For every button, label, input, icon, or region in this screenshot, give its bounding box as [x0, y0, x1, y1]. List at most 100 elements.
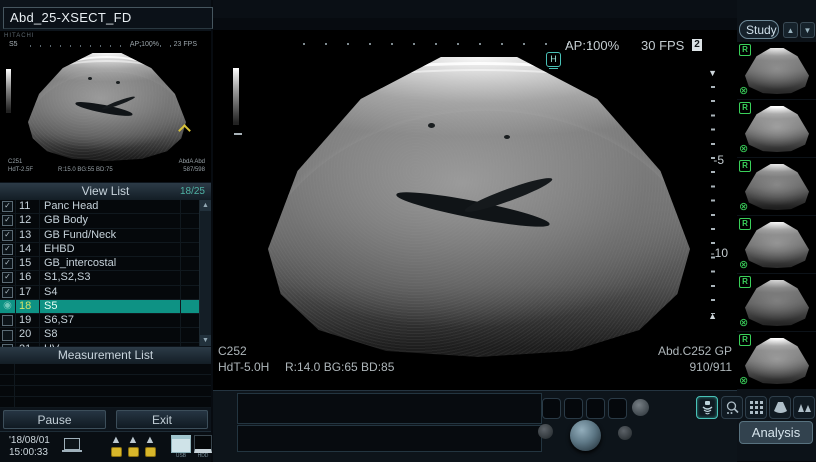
- view-number: 17: [16, 286, 40, 299]
- left-knob[interactable]: [538, 424, 553, 439]
- study-tab-button[interactable]: Study: [739, 20, 779, 39]
- view-list-row[interactable]: ✓17S4: [0, 286, 199, 300]
- soft-key-3[interactable]: [586, 398, 605, 419]
- view-list-row[interactable]: 20S8: [0, 328, 199, 342]
- view-checkbox[interactable]: ✓: [0, 243, 16, 256]
- main-ultrasound-display[interactable]: AP:100% 30 FPS 2 H ▼ -5 -10 ▲ C252 HdT-5…: [213, 30, 737, 390]
- grid-icon: [749, 400, 764, 415]
- preview-ultrasound-image: [28, 53, 186, 161]
- preview-grayscale-bar: [6, 69, 11, 113]
- view-label: GB Fund/Neck: [40, 229, 181, 242]
- deck-panel-lower: [237, 425, 542, 452]
- scroll-down-icon[interactable]: ▼: [200, 335, 211, 346]
- frame-counter-readout: 910/911: [690, 360, 733, 374]
- view-list-row[interactable]: ✓13GB Fund/Neck: [0, 229, 199, 243]
- deck-panel-upper: [237, 393, 542, 424]
- view-list-row[interactable]: ✓12GB Body: [0, 214, 199, 228]
- preview-params: R:15.0 BG:55 BD:75: [58, 167, 113, 173]
- brand-label: HITACHI: [4, 33, 35, 39]
- probe-orientation-mark: H: [546, 52, 561, 67]
- soft-key-1[interactable]: [542, 398, 561, 419]
- preview-ruler: [30, 45, 180, 47]
- view-list-row[interactable]: ✓14EHBD: [0, 243, 199, 257]
- view-number: 20: [16, 328, 40, 341]
- alert-icon-1: ▲: [109, 435, 123, 457]
- chevron-down-icon[interactable]: ▼: [800, 22, 815, 38]
- view-label: S4: [40, 286, 181, 299]
- depth-scale-bottom-icon: ▲: [708, 311, 717, 321]
- preview-image-panel[interactable]: HITACHI S5 AP:100% 23 FPS C251 HdT-2.5F …: [0, 31, 211, 182]
- rotary-knob[interactable]: [632, 399, 649, 416]
- report-badge: R: [739, 102, 751, 114]
- report-badge: R: [739, 218, 751, 230]
- preview-preset: AbdA Abd: [179, 159, 205, 165]
- grid-view-button[interactable]: [745, 396, 767, 419]
- thumbnail-image: [745, 164, 809, 210]
- preview-view-label: S5: [9, 41, 18, 48]
- view-list-scrollbar[interactable]: ▲ ▼: [199, 200, 211, 346]
- view-label: S6,S7: [40, 314, 181, 327]
- trackball[interactable]: [570, 420, 601, 451]
- probe-readout: C252: [218, 344, 247, 358]
- right-knob[interactable]: [618, 426, 632, 440]
- alert-icon-2: ▲: [126, 435, 140, 457]
- usb-icon: USB: [170, 435, 192, 459]
- scroll-up-icon[interactable]: ▲: [200, 200, 211, 211]
- measurement-list-title: Measurement List: [58, 348, 153, 362]
- study-thumbnail[interactable]: R⊗: [737, 216, 816, 273]
- chevron-up-icon[interactable]: ▲: [783, 22, 798, 38]
- view-list: ✓11Panc Head✓12GB Body✓13GB Fund/Neck✓14…: [0, 200, 199, 346]
- view-checkbox[interactable]: ✓: [0, 214, 16, 227]
- depth-scale-ticks: [711, 86, 715, 314]
- preview-probe: C251: [8, 159, 22, 165]
- exit-button[interactable]: Exit: [116, 410, 208, 429]
- view-checkbox[interactable]: ✓: [0, 200, 16, 213]
- dual-body-mark-button[interactable]: [793, 396, 815, 419]
- date-text: '18/08/01: [9, 435, 50, 447]
- view-checkbox[interactable]: [0, 314, 16, 327]
- time-text: 15:00:33: [9, 447, 50, 459]
- study-thumbnail[interactable]: R⊗: [737, 100, 816, 157]
- study-thumbnail[interactable]: R⊗: [737, 332, 816, 389]
- view-checkbox[interactable]: ✓: [0, 271, 16, 284]
- left-panel: Abd_25-XSECT_FD HITACHI S5 AP:100% 23 FP…: [0, 0, 211, 461]
- probe-mode-button[interactable]: [696, 396, 718, 419]
- soft-key-4[interactable]: [608, 398, 627, 419]
- ultrasound-sector-image: [268, 57, 690, 357]
- pause-button[interactable]: Pause: [3, 410, 106, 429]
- view-checkbox[interactable]: ✓: [0, 286, 16, 299]
- capture-badge-icon: ⊗: [739, 202, 748, 213]
- view-number: 14: [16, 243, 40, 256]
- exam-protocol-title: Abd_25-XSECT_FD: [3, 7, 213, 29]
- study-thumbnail[interactable]: R⊗: [737, 274, 816, 331]
- study-thumbnail[interactable]: R⊗: [737, 42, 816, 99]
- study-thumbnail[interactable]: R⊗: [737, 158, 816, 215]
- view-checkbox[interactable]: ✓: [0, 257, 16, 270]
- top-bar: [213, 0, 816, 18]
- dual-silhouette-icon: [797, 400, 812, 415]
- view-label: GB_intercostal: [40, 257, 181, 270]
- view-list-row[interactable]: ✓16S1,S2,S3: [0, 271, 199, 285]
- view-number: 13: [16, 229, 40, 242]
- view-list-count: 18/25: [180, 183, 205, 200]
- status-bar: '18/08/01 15:00:33 ▲ ▲ ▲ USB HDD: [0, 431, 211, 462]
- view-list-row[interactable]: 19S6,S7: [0, 314, 199, 328]
- analysis-button[interactable]: Analysis: [739, 421, 813, 444]
- view-checkbox[interactable]: ✓: [0, 229, 16, 242]
- view-list-row[interactable]: ✓15GB_intercostal: [0, 257, 199, 271]
- right-panel: Study ▲ ▼ R⊗R⊗R⊗R⊗R⊗R⊗: [737, 0, 816, 461]
- view-number: 15: [16, 257, 40, 270]
- view-number: 16: [16, 271, 40, 284]
- view-list-row[interactable]: ✓11Panc Head: [0, 200, 199, 214]
- view-list-header: View List 18/25: [0, 183, 211, 200]
- thumbnail-image: [745, 338, 809, 384]
- search-thumbnails-button[interactable]: [721, 396, 743, 419]
- view-checkbox[interactable]: [0, 328, 16, 341]
- view-number: 18: [16, 300, 40, 313]
- soft-key-2[interactable]: [564, 398, 583, 419]
- control-deck: [213, 390, 737, 462]
- grayscale-bar: [233, 68, 239, 125]
- view-list-row[interactable]: ◉18S5: [0, 300, 199, 314]
- active-view-icon[interactable]: ◉: [0, 300, 16, 313]
- sector-view-button[interactable]: [769, 396, 791, 419]
